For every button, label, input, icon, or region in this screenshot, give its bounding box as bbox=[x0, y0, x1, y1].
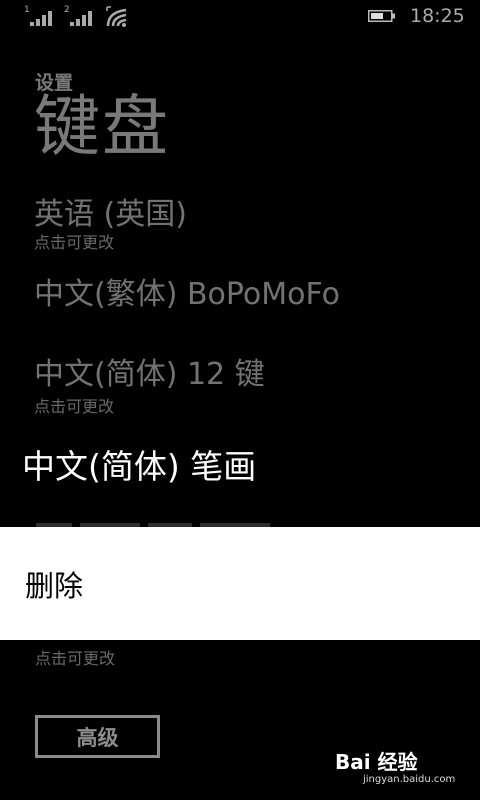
keyboard-item-12key[interactable]: 中文(简体) 12 键 点击可更改 bbox=[34, 358, 265, 417]
delete-menu-item[interactable]: 删除 bbox=[25, 563, 83, 605]
selected-keyboard-stroke[interactable]: 中文(简体) 笔画 bbox=[22, 440, 256, 488]
keyboard-sublabel: 点击可更改 bbox=[35, 649, 116, 668]
sim2-signal-icon: 2 bbox=[64, 5, 94, 26]
watermark-brand: Bai 经验 bbox=[335, 750, 418, 774]
keyboard-label: 中文(繁体) BoPoMoFo bbox=[34, 277, 341, 312]
keyboard-sublabel: 点击可更改 bbox=[34, 397, 115, 416]
keyboard-label: 中文(简体) 12 键 bbox=[34, 357, 265, 392]
status-time: 18:25 bbox=[410, 5, 465, 27]
keyboard-item-bopomofo[interactable]: 中文(繁体) BoPoMoFo bbox=[34, 278, 340, 311]
page-title: 键盘 bbox=[34, 88, 170, 165]
keyboard-label: 英语 (英国) bbox=[34, 197, 187, 232]
watermark-url: jingyan.baidu.com bbox=[363, 774, 456, 785]
status-bar: 1 2 18:25 bbox=[0, 0, 480, 34]
keyboard-sublabel: 点击可更改 bbox=[34, 233, 115, 252]
wifi-icon bbox=[106, 6, 127, 27]
baidu-jingyan-watermark: Bai 经验 jingyan.baidu.com bbox=[335, 746, 475, 796]
context-menu: 删除 bbox=[0, 527, 480, 640]
battery-icon bbox=[368, 10, 395, 22]
sim1-signal-icon: 1 bbox=[24, 5, 54, 26]
keyboard-item-english-uk[interactable]: 英语 (英国) 点击可更改 bbox=[34, 198, 187, 253]
advanced-button[interactable]: 高级 bbox=[35, 715, 160, 758]
